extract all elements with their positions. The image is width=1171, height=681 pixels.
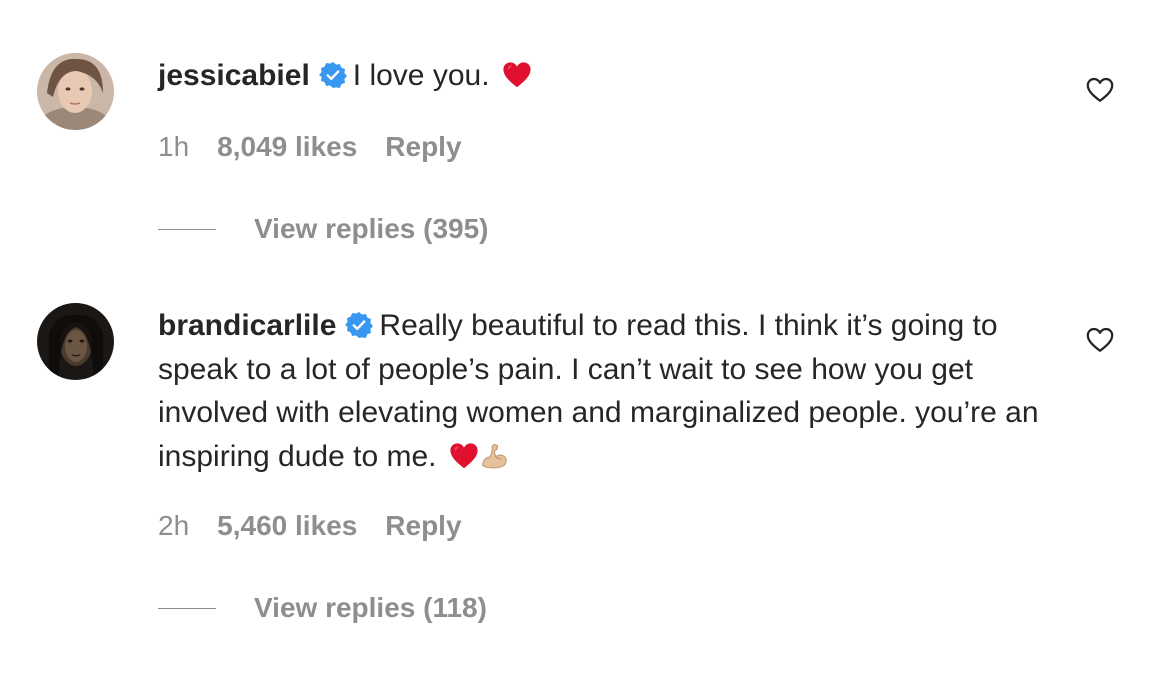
red-heart-icon (449, 441, 479, 471)
likes-count[interactable]: 8,049 likes (217, 131, 357, 162)
username-link[interactable]: brandicarlile (158, 309, 336, 342)
like-heart-icon[interactable] (1085, 75, 1115, 105)
reply-button[interactable]: Reply (385, 510, 461, 541)
divider-line (158, 228, 216, 230)
avatar[interactable] (37, 303, 114, 380)
like-heart-icon[interactable] (1085, 325, 1115, 355)
comment-body: I love you. (352, 59, 498, 92)
comment-text: brandicarlile Really beautiful to read th… (158, 304, 1058, 478)
verified-badge-icon (345, 311, 374, 339)
reply-button[interactable]: Reply (385, 131, 461, 162)
comment-timestamp: 2h (158, 510, 190, 541)
comment-meta: 2h 5,460 likes Reply (158, 510, 462, 542)
avatar[interactable] (37, 53, 114, 130)
red-heart-icon (502, 60, 532, 90)
comment-meta: 1h 8,049 likes Reply (158, 131, 462, 163)
view-replies-label: View replies (118) (254, 592, 487, 623)
profile-photo-icon (37, 53, 114, 130)
profile-photo-icon (37, 303, 114, 380)
comment-timestamp: 1h (158, 131, 190, 162)
divider-line (158, 607, 216, 609)
view-replies-button[interactable]: View replies (395) (158, 209, 489, 249)
username-link[interactable]: jessicabiel (158, 59, 310, 92)
view-replies-button[interactable]: View replies (118) (158, 588, 487, 628)
flexed-biceps-icon (479, 441, 509, 471)
likes-count[interactable]: 5,460 likes (217, 510, 357, 541)
verified-badge-icon (318, 61, 347, 89)
comment-text: jessicabiel I love you. (158, 54, 1058, 98)
view-replies-label: View replies (395) (254, 213, 489, 244)
